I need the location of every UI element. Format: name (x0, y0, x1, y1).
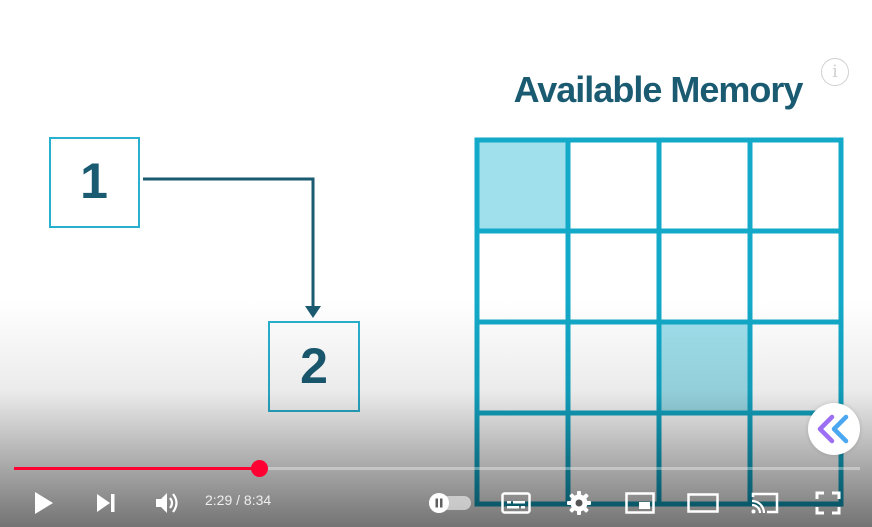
settings-button[interactable] (559, 478, 599, 527)
play-icon (35, 491, 53, 514)
theater-icon (687, 492, 719, 513)
memory-cell (565, 137, 662, 234)
memory-box-1-label: 1 (80, 153, 108, 209)
memory-cell (656, 228, 753, 325)
subtitles-icon (501, 491, 531, 514)
cast-icon (751, 492, 779, 513)
memory-box-2-label: 2 (300, 338, 328, 394)
gear-icon (567, 490, 591, 515)
video-player[interactable]: Available Memory 1 2 i 2:29 / 8:34 (0, 0, 872, 527)
fullscreen-button[interactable] (808, 478, 848, 527)
volume-icon (156, 492, 178, 513)
time-separator: / (232, 492, 244, 508)
memory-cell (474, 228, 571, 325)
double-chevron-left-icon (817, 414, 849, 444)
collapse-button[interactable] (808, 403, 860, 455)
memory-cell (747, 137, 844, 234)
volume-button[interactable] (148, 478, 188, 527)
connector-arrow (143, 177, 315, 310)
duration: 8:34 (243, 492, 272, 508)
theater-button[interactable] (683, 478, 723, 527)
control-bar (0, 478, 872, 527)
video-frame: Available Memory 1 2 (49, 69, 844, 507)
autoplay-toggle[interactable] (426, 478, 474, 527)
miniplayer-icon (625, 491, 655, 514)
memory-cell (747, 319, 844, 416)
info-icon[interactable]: i (821, 58, 849, 86)
current-time: 2:29 (205, 492, 233, 508)
progress-bar[interactable] (14, 460, 860, 477)
memory-cell (747, 228, 844, 325)
next-button[interactable] (86, 478, 126, 527)
play-button[interactable] (24, 478, 64, 527)
time-display: 2:29 / 8:34 (205, 492, 271, 508)
memory-cell (565, 228, 662, 325)
memory-cell (565, 319, 662, 416)
miniplayer-button[interactable] (620, 478, 660, 527)
progress-played (14, 467, 260, 470)
memory-cell-allocated (474, 137, 571, 234)
subtitles-button[interactable] (496, 478, 536, 527)
memory-cell (474, 319, 571, 416)
memory-cell (656, 137, 753, 234)
arrow-head (305, 306, 321, 318)
video-heading: Available Memory (514, 69, 804, 110)
memory-grid (474, 137, 844, 507)
cast-button[interactable] (745, 478, 785, 527)
autoplay-toggle-icon (429, 492, 471, 513)
next-icon (97, 493, 115, 512)
fullscreen-icon (815, 491, 841, 514)
memory-cell-allocated (656, 319, 753, 416)
